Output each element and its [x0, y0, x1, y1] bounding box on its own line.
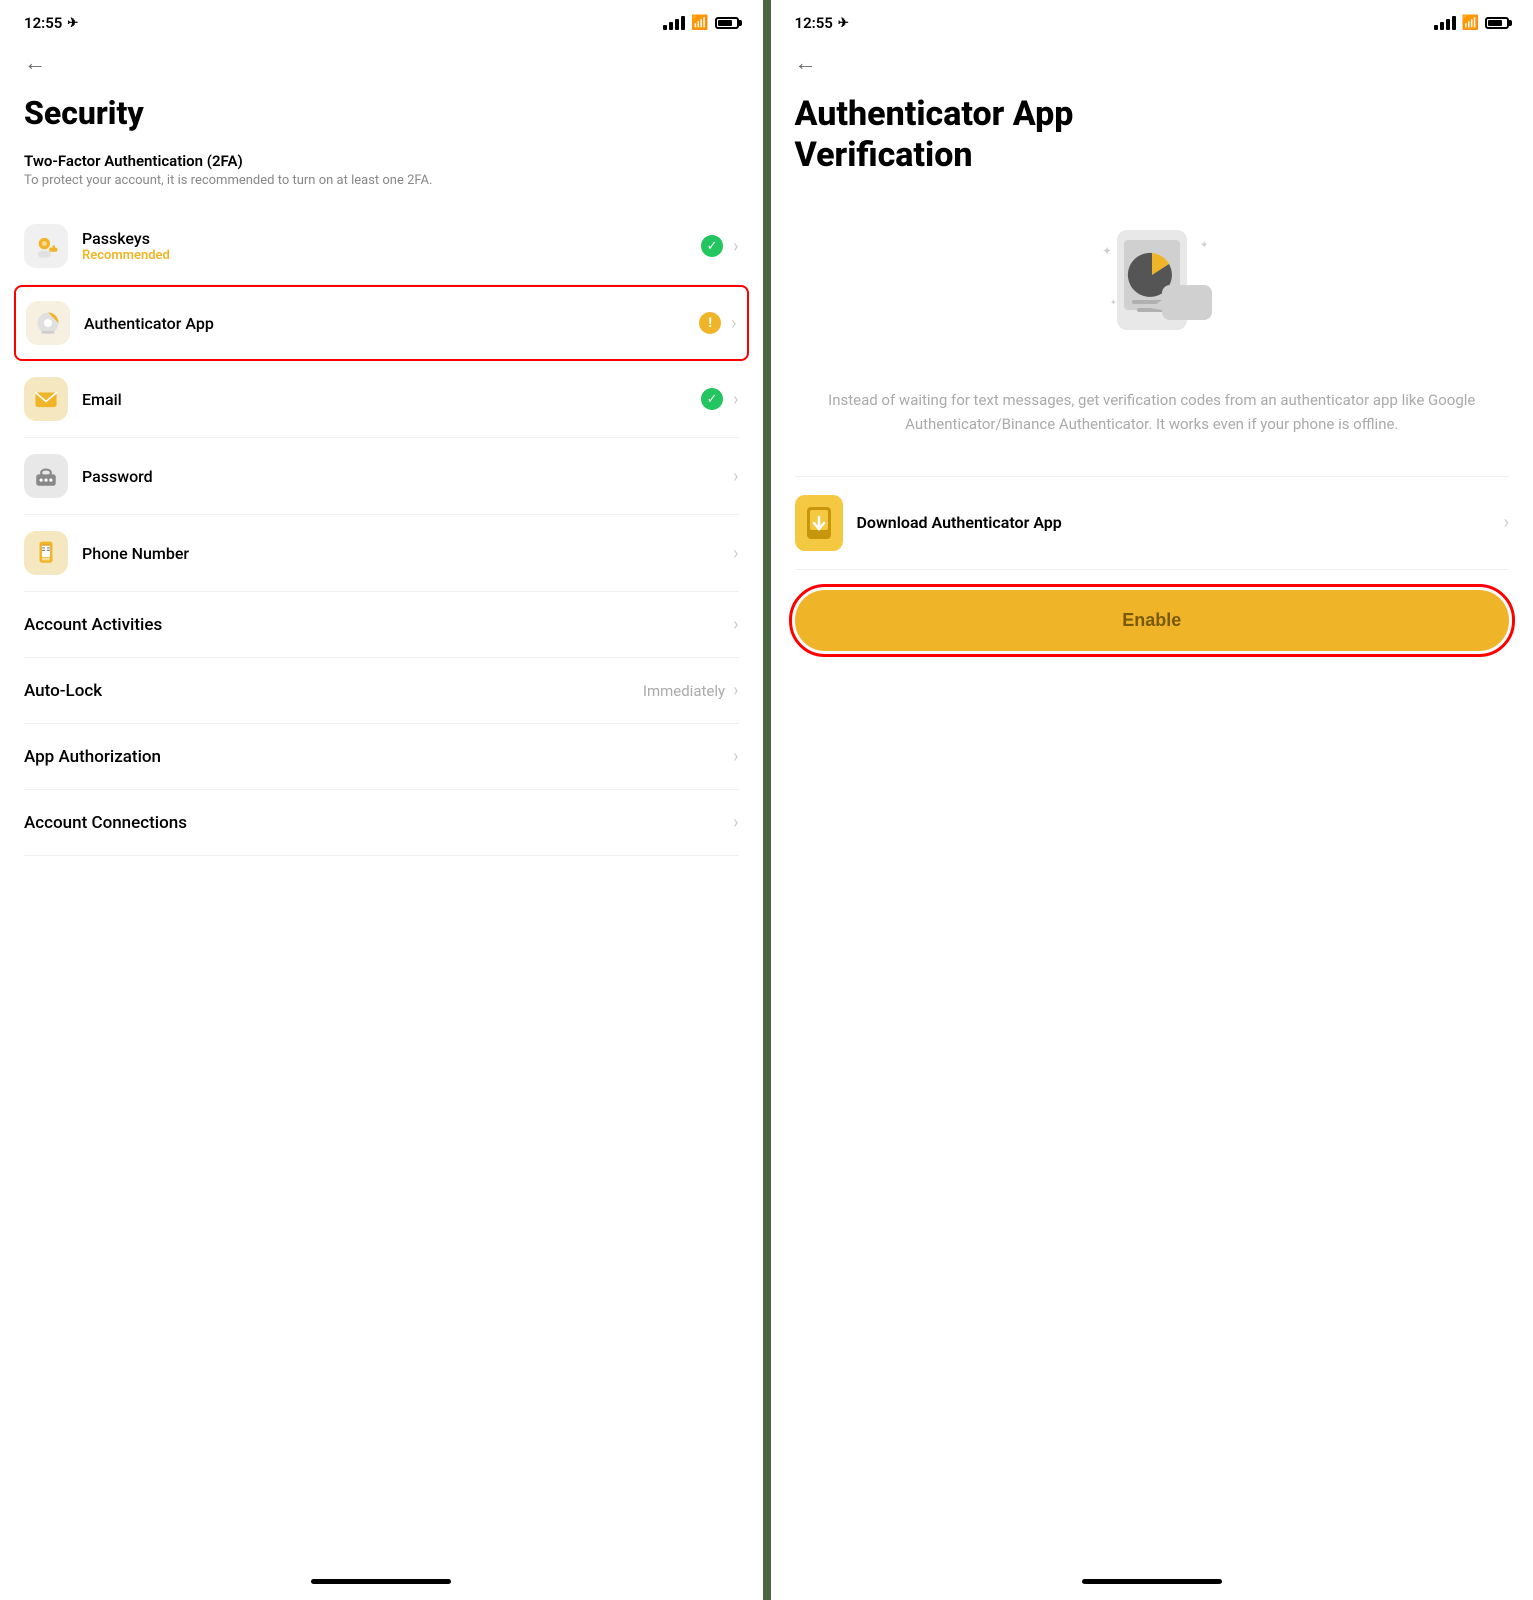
account-activities-chevron: ›	[733, 614, 738, 635]
back-button-left[interactable]: ←	[0, 40, 763, 82]
email-label: Email	[82, 390, 701, 409]
password-icon	[24, 454, 68, 498]
menu-item-password[interactable]: Password ›	[24, 438, 739, 515]
enable-button[interactable]: Enable	[795, 590, 1510, 651]
email-label-wrap: Email	[82, 390, 701, 409]
battery-icon-left	[715, 17, 739, 29]
svg-text:✦: ✦	[1102, 244, 1112, 258]
password-label-wrap: Password	[82, 467, 733, 486]
location-icon-left: ✈	[67, 16, 78, 31]
app-authorization-right: ›	[733, 746, 738, 767]
wifi-icon-right: 📶	[1462, 15, 1479, 31]
email-icon	[24, 377, 68, 421]
location-icon-right: ✈	[838, 16, 849, 31]
account-connections-label: Account Connections	[24, 813, 187, 833]
passkeys-sublabel: Recommended	[82, 248, 701, 263]
home-indicator-left	[311, 1579, 451, 1584]
account-connections-right: ›	[733, 812, 738, 833]
right-phone-screen: 12:55 ✈ 📶 ← Authenticator AppVerificatio…	[771, 0, 1533, 1600]
email-check-icon: ✓	[701, 388, 723, 410]
left-screen-content: Security Two-Factor Authentication (2FA)…	[0, 82, 763, 1567]
menu-item-phone[interactable]: Phone Number ›	[24, 515, 739, 592]
authenticator-status: !	[699, 312, 721, 334]
2fa-section-desc: To protect your account, it is recommend…	[24, 172, 739, 190]
menu-item-passkeys[interactable]: Passkeys Recommended ✓ ›	[24, 208, 739, 285]
account-activities-right: ›	[733, 614, 738, 635]
email-status: ✓	[701, 388, 723, 410]
app-authorization-label: App Authorization	[24, 747, 161, 767]
status-bar-left: 12:55 ✈ 📶	[0, 0, 763, 40]
password-chevron: ›	[733, 466, 738, 487]
back-button-right[interactable]: ←	[771, 40, 1533, 82]
auth-description: Instead of waiting for text messages, ge…	[795, 388, 1510, 436]
passkeys-label: Passkeys	[82, 229, 701, 248]
signal-icon-right	[1434, 16, 1456, 30]
page-title-left: Security	[24, 94, 739, 132]
home-indicator-right	[1082, 1579, 1222, 1584]
menu-item-account-activities[interactable]: Account Activities ›	[24, 592, 739, 658]
time-right: 12:55	[795, 14, 833, 32]
wifi-icon-left: 📶	[691, 15, 708, 31]
time-left: 12:55	[24, 14, 62, 32]
passkeys-status: ✓	[701, 235, 723, 257]
download-chevron: ›	[1504, 512, 1509, 533]
svg-text:✦: ✦	[1110, 298, 1117, 307]
phone-label: Phone Number	[82, 544, 733, 563]
menu-item-email[interactable]: Email ✓ ›	[24, 361, 739, 438]
signal-icon-left	[663, 16, 685, 30]
right-page-title: Authenticator AppVerification	[795, 94, 1510, 176]
green-check-icon: ✓	[701, 235, 723, 257]
battery-icon-right	[1485, 17, 1509, 29]
authenticator-icon	[26, 301, 70, 345]
app-authorization-chevron: ›	[733, 746, 738, 767]
screen-divider	[763, 0, 771, 1600]
phone-chevron: ›	[733, 543, 738, 564]
download-authenticator-row[interactable]: Download Authenticator App ›	[795, 476, 1510, 570]
account-connections-chevron: ›	[733, 812, 738, 833]
warning-icon: !	[699, 312, 721, 334]
passkeys-icon	[24, 224, 68, 268]
menu-item-app-authorization[interactable]: App Authorization ›	[24, 724, 739, 790]
phone-number-icon	[24, 531, 68, 575]
status-bar-right: 12:55 ✈ 📶	[771, 0, 1533, 40]
passkeys-chevron: ›	[733, 236, 738, 257]
auto-lock-chevron: ›	[733, 680, 738, 701]
email-chevron: ›	[733, 389, 738, 410]
authenticator-label-wrap: Authenticator App	[84, 314, 699, 333]
svg-text:✦: ✦	[1200, 240, 1208, 251]
menu-item-authenticator[interactable]: Authenticator App ! ›	[14, 285, 749, 361]
download-label: Download Authenticator App	[857, 513, 1062, 532]
account-activities-label: Account Activities	[24, 615, 162, 635]
menu-item-auto-lock[interactable]: Auto-Lock Immediately ›	[24, 658, 739, 724]
auto-lock-value: Immediately	[643, 682, 725, 700]
phone-label-wrap: Phone Number	[82, 544, 733, 563]
2fa-section-label: Two-Factor Authentication (2FA)	[24, 152, 739, 170]
auto-lock-label: Auto-Lock	[24, 681, 102, 701]
left-phone-screen: 12:55 ✈ 📶 ← Security Two-Factor Authenti…	[0, 0, 763, 1600]
authenticator-label: Authenticator App	[84, 314, 699, 333]
auth-illustration: ✦ ✦ ✦	[795, 200, 1510, 360]
download-icon	[795, 495, 843, 551]
authenticator-chevron: ›	[731, 313, 736, 334]
auto-lock-right: Immediately ›	[643, 680, 739, 701]
right-screen-content: Authenticator AppVerification ✦ ✦	[771, 82, 1533, 1567]
passkeys-label-wrap: Passkeys Recommended	[82, 229, 701, 263]
password-label: Password	[82, 467, 733, 486]
menu-item-account-connections[interactable]: Account Connections ›	[24, 790, 739, 856]
